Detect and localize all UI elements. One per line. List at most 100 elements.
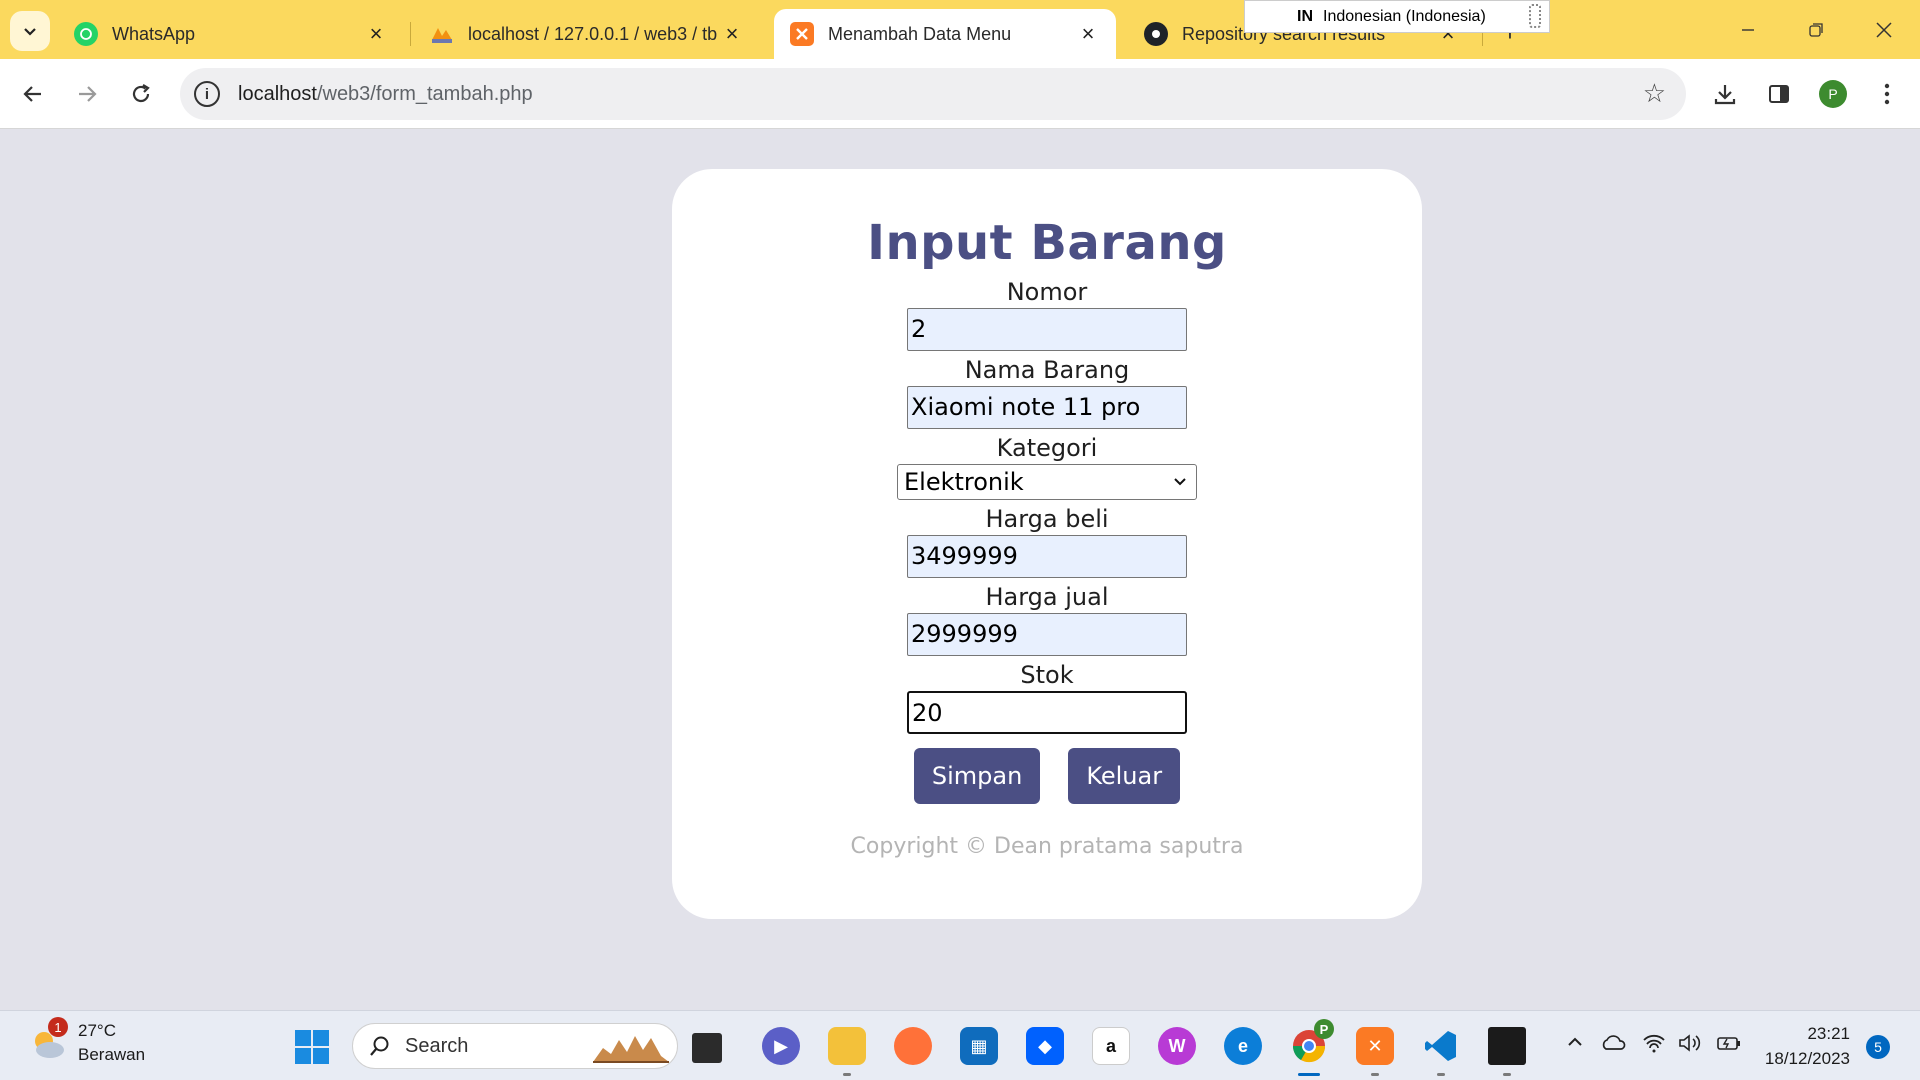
notification-badge[interactable]: 5 — [1866, 1035, 1890, 1059]
chevron-up-icon[interactable] — [1566, 1033, 1584, 1057]
chevron-down-icon — [1174, 478, 1186, 486]
address-bar[interactable]: i localhost/web3/form_tambah.php ☆ — [180, 68, 1686, 120]
bookmark-star-icon[interactable]: ☆ — [1643, 80, 1666, 106]
dropbox-icon[interactable]: ◆ — [1026, 1027, 1064, 1065]
reload-icon — [132, 84, 150, 103]
restore-icon — [1809, 23, 1823, 37]
field-label: Nama Barang — [964, 356, 1130, 384]
more-vert-icon — [1884, 83, 1890, 105]
file-explorer-icon[interactable] — [828, 1027, 866, 1065]
grip-icon — [1529, 4, 1541, 28]
search-highlight-icon — [593, 1036, 669, 1063]
browser-menu-button[interactable] — [1868, 75, 1906, 113]
tab-title: Menambah Data Menu — [828, 23, 1012, 44]
url-host: localhost — [238, 82, 317, 105]
chevron-down-icon — [24, 28, 36, 36]
whatsapp-icon — [74, 22, 98, 46]
task-view-icon[interactable] — [692, 1033, 722, 1063]
form-actions: Simpan Keluar — [672, 748, 1422, 804]
download-icon — [1714, 85, 1736, 105]
field-label: Nomor — [1006, 278, 1088, 306]
onedrive-icon[interactable] — [1600, 1033, 1626, 1057]
search-icon — [370, 1036, 389, 1056]
battery-icon[interactable] — [1716, 1033, 1742, 1059]
restore-button[interactable] — [1794, 12, 1838, 48]
side-panel-button[interactable] — [1760, 75, 1798, 113]
running-indicator — [843, 1073, 851, 1076]
field-harga-jual: Harga jual 2999999 — [672, 582, 1422, 656]
address-url[interactable]: localhost/web3/form_tambah.php — [238, 83, 533, 106]
edge-icon[interactable]: e — [1224, 1027, 1262, 1065]
taskbar-search[interactable]: Search — [352, 1023, 678, 1069]
field-label: Harga jual — [985, 583, 1109, 611]
arrow-left-icon — [23, 86, 41, 102]
close-icon — [1876, 22, 1892, 38]
firefox-icon[interactable] — [894, 1027, 932, 1065]
chrome-profile-badge: P — [1314, 1019, 1334, 1039]
downloads-button[interactable] — [1706, 75, 1744, 113]
amazon-icon[interactable]: a — [1092, 1027, 1130, 1065]
field-harga-beli: Harga beli 3499999 — [672, 504, 1422, 578]
tab-whatsapp[interactable]: WhatsApp × — [58, 9, 404, 59]
teams-chat-icon[interactable]: ▶ — [762, 1027, 800, 1065]
tab-menambah-data-menu[interactable]: Menambah Data Menu × — [774, 9, 1116, 59]
start-button[interactable] — [294, 1029, 330, 1065]
page-viewport: Input Barang Nomor 2 Nama Barang Xiaomi … — [0, 130, 1920, 1010]
field-label: Stok — [1020, 661, 1074, 689]
page-title: Input Barang — [867, 215, 1227, 271]
tab-search-button[interactable] — [10, 11, 50, 51]
tab-strip: WhatsApp × localhost / 127.0.0.1 / web3 … — [0, 0, 1920, 59]
forward-button[interactable] — [68, 75, 106, 113]
windows-icon — [295, 1030, 329, 1064]
back-button[interactable] — [14, 75, 52, 113]
copyright-text: Copyright © Dean pratama saputra — [850, 834, 1244, 859]
close-window-button[interactable] — [1862, 12, 1906, 48]
volume-icon[interactable] — [1678, 1033, 1704, 1059]
arrow-right-icon — [79, 86, 97, 102]
profile-button[interactable]: P — [1814, 75, 1852, 113]
form-card: Input Barang Nomor 2 Nama Barang Xiaomi … — [672, 169, 1422, 919]
taskbar-clock[interactable]: 23:21 18/12/2023 — [1762, 1021, 1850, 1071]
vscode-icon[interactable] — [1422, 1027, 1460, 1065]
language-code: IN — [1297, 7, 1313, 25]
harga-jual-input[interactable]: 2999999 — [907, 613, 1187, 656]
weather-widget[interactable]: 1 27°C Berawan — [28, 1017, 146, 1067]
github-icon — [1144, 22, 1168, 46]
microsoft-store-icon[interactable]: ▦ — [960, 1027, 998, 1065]
clock-date: 18/12/2023 — [1764, 1049, 1850, 1068]
close-icon[interactable]: × — [364, 21, 388, 46]
keluar-button[interactable]: Keluar — [1068, 748, 1181, 804]
active-indicator — [1298, 1073, 1320, 1076]
language-indicator-popup: IN Indonesian (Indonesia) — [1244, 0, 1550, 33]
field-label: Harga beli — [985, 505, 1109, 533]
nomor-input[interactable]: 2 — [907, 308, 1187, 351]
running-indicator — [1503, 1073, 1511, 1076]
tab-separator — [410, 22, 411, 46]
running-indicator — [1371, 1073, 1379, 1076]
chrome-icon[interactable]: P — [1290, 1019, 1334, 1065]
reload-button[interactable] — [122, 75, 160, 113]
tab-title: WhatsApp — [112, 23, 196, 44]
xampp-icon — [790, 22, 814, 46]
nama-barang-input[interactable]: Xiaomi note 11 pro — [907, 386, 1187, 429]
simpan-button[interactable]: Simpan — [913, 748, 1041, 804]
url-path: /web3/form_tambah.php — [316, 82, 533, 105]
field-label: Kategori — [996, 434, 1098, 462]
kategori-select[interactable]: Elektronik — [897, 464, 1197, 500]
phpmyadmin-icon — [430, 22, 454, 46]
taskbar: 1 27°C Berawan Search ▶ ▦ ◆ a W e P ✕ 23… — [0, 1010, 1920, 1080]
browser-toolbar: i localhost/web3/form_tambah.php ☆ P — [0, 59, 1920, 129]
minimize-icon — [1742, 29, 1754, 31]
wifi-icon[interactable] — [1642, 1033, 1666, 1059]
minimize-button[interactable] — [1726, 12, 1770, 48]
xampp-icon[interactable]: ✕ — [1356, 1027, 1394, 1065]
harga-beli-input[interactable]: 3499999 — [907, 535, 1187, 578]
info-icon[interactable]: i — [194, 81, 220, 107]
tab-phpmyadmin[interactable]: localhost / 127.0.0.1 / web3 / tb × — [414, 9, 760, 59]
close-icon[interactable]: × — [1076, 21, 1100, 46]
close-icon[interactable]: × — [720, 21, 744, 46]
terminal-icon[interactable] — [1488, 1027, 1526, 1065]
wps-office-icon[interactable]: W — [1158, 1027, 1196, 1065]
weather-condition: Berawan — [78, 1045, 146, 1064]
stok-input[interactable]: 20 — [907, 691, 1187, 734]
